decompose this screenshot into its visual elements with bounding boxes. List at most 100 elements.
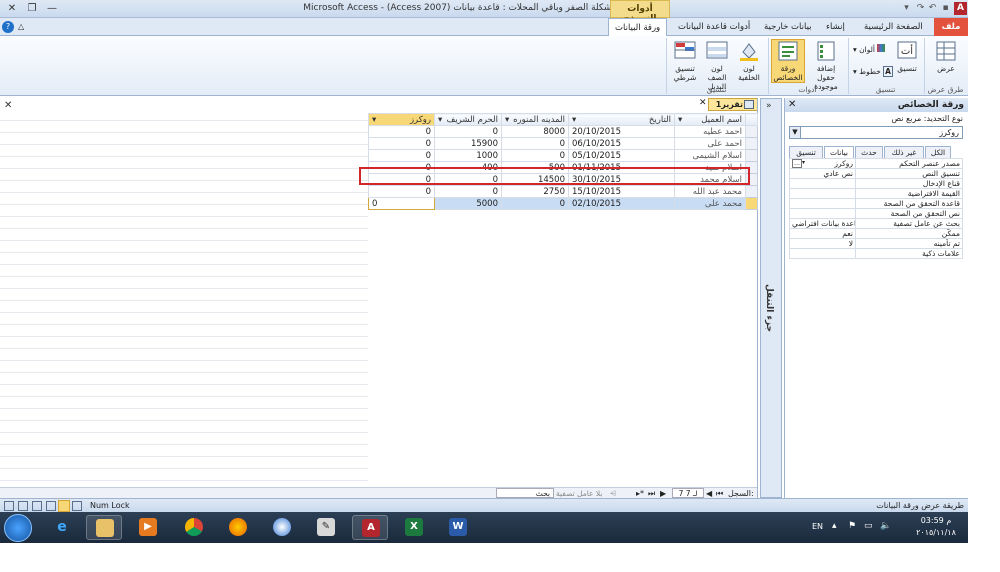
- cell-rockers[interactable]: 0: [368, 137, 435, 150]
- tab-other[interactable]: غير ذلك: [884, 146, 924, 158]
- cell-madina[interactable]: 2750: [501, 185, 569, 198]
- taskbar-access[interactable]: A: [352, 515, 388, 540]
- cell-haram[interactable]: 5000: [434, 197, 502, 210]
- column-header-customer[interactable]: ▾ اسم العميل: [674, 113, 746, 126]
- select-all-corner[interactable]: [745, 113, 758, 126]
- builder-button-icon[interactable]: …: [792, 159, 802, 168]
- alt-row-color-button[interactable]: لون الصف البديل: [701, 40, 733, 91]
- restore-icon[interactable]: ❐: [22, 2, 42, 15]
- property-sheet-close-icon[interactable]: ✕: [788, 99, 796, 110]
- new-record-icon[interactable]: ▸*: [636, 489, 644, 498]
- filter-status[interactable]: بلا عامل تصفية: [556, 489, 602, 498]
- next-record-icon[interactable]: ▶: [660, 489, 666, 498]
- cell-haram[interactable]: 0: [434, 125, 502, 138]
- save-icon[interactable]: ▪: [939, 2, 952, 15]
- fonts-button[interactable]: ▾ خطوط A: [853, 66, 893, 77]
- format-button[interactable]: أت تنسيق: [893, 40, 921, 73]
- property-value[interactable]: [789, 178, 856, 189]
- cell-date[interactable]: 02/10/2015: [568, 197, 675, 210]
- property-value[interactable]: نص عادي: [789, 168, 856, 179]
- view-icon-2[interactable]: [18, 501, 28, 511]
- tab-format[interactable]: تنسيق: [789, 146, 823, 158]
- taskbar-media[interactable]: ▶: [130, 515, 166, 540]
- undo-icon[interactable]: ↶: [926, 2, 939, 15]
- record-selector-current[interactable]: [745, 197, 758, 210]
- column-header-madina[interactable]: ▾ المدينه المنوره: [501, 113, 569, 126]
- close-icon[interactable]: ✕: [2, 2, 22, 15]
- property-value[interactable]: [789, 198, 856, 209]
- cell-date[interactable]: 20/10/2015: [568, 125, 675, 138]
- prev-record-icon[interactable]: ◀: [706, 489, 712, 498]
- taskbar-app-swirl[interactable]: [264, 515, 300, 540]
- cell-date[interactable]: 15/10/2015: [568, 185, 675, 198]
- property-sheet-button[interactable]: ورقة الخصائص: [771, 39, 805, 83]
- cell-customer[interactable]: احمد عطيه: [674, 125, 746, 138]
- tab-create[interactable]: إنشاء: [820, 18, 851, 36]
- selection-combo[interactable]: ▼ روكرز: [789, 126, 963, 139]
- view-button[interactable]: عرض: [929, 40, 963, 73]
- view-icon-3[interactable]: [32, 501, 42, 511]
- ribbon-minimize-icon[interactable]: △: [18, 22, 24, 31]
- cell-customer[interactable]: اسلام الشيمى: [674, 149, 746, 162]
- property-value[interactable]: قاعدة بيانات افتراضي: [789, 218, 856, 229]
- tab-database-tools[interactable]: أدوات قاعدة البيانات: [672, 18, 756, 36]
- column-header-date[interactable]: ▾ التاريخ: [568, 113, 675, 126]
- taskbar-ie[interactable]: e: [44, 515, 80, 540]
- qat-customize-icon[interactable]: ▾: [900, 2, 913, 15]
- cell-haram[interactable]: 0: [434, 185, 502, 198]
- tray-expand-icon[interactable]: ▴: [832, 521, 837, 531]
- view-icon-6[interactable]: [72, 501, 82, 511]
- tab-file[interactable]: ملف: [934, 18, 968, 36]
- cell-date[interactable]: 05/10/2015: [568, 149, 675, 162]
- taskbar-chrome[interactable]: [176, 515, 212, 540]
- record-selector[interactable]: [745, 149, 758, 162]
- column-header-rockers[interactable]: ▾ روكرز: [368, 113, 435, 126]
- expand-chevron-icon[interactable]: »: [766, 101, 772, 111]
- tab-home[interactable]: الصفحة الرئيسية: [858, 18, 929, 36]
- record-selector[interactable]: [745, 185, 758, 198]
- cell-date[interactable]: 06/10/2015: [568, 137, 675, 150]
- taskbar-firefox[interactable]: [220, 515, 256, 540]
- tab-datasheet[interactable]: ورقة البيانات: [608, 18, 668, 36]
- tab-external-data[interactable]: بيانات خارجية: [758, 18, 818, 36]
- property-value[interactable]: [789, 188, 856, 199]
- taskbar-app-paint[interactable]: ✎: [308, 515, 344, 540]
- colors-button[interactable]: ▾ ألوان: [853, 44, 886, 54]
- property-value[interactable]: لا: [789, 238, 856, 249]
- cell-customer[interactable]: محمد عبد الله: [674, 185, 746, 198]
- flag-icon[interactable]: ⚑: [848, 521, 856, 531]
- taskbar-excel[interactable]: X: [396, 515, 432, 540]
- cell-haram[interactable]: 1000: [434, 149, 502, 162]
- tab-event[interactable]: حدث: [855, 146, 883, 158]
- cell-madina[interactable]: 0: [501, 197, 569, 210]
- view-icon-1[interactable]: [4, 501, 14, 511]
- property-value[interactable]: [789, 208, 856, 219]
- property-value[interactable]: … ▾ روكرز: [789, 158, 856, 169]
- property-dropdown-icon[interactable]: ▾: [802, 160, 805, 167]
- record-position[interactable]: 7 لـ 7: [672, 488, 704, 498]
- minimize-icon[interactable]: —: [42, 2, 62, 15]
- tab-all[interactable]: الكل: [925, 146, 951, 158]
- help-icon[interactable]: ?: [2, 21, 14, 33]
- background-color-button[interactable]: لون الخلفية: [733, 40, 765, 82]
- cell-madina[interactable]: 0: [501, 137, 569, 150]
- taskbar-word[interactable]: W: [440, 515, 476, 540]
- cell-madina[interactable]: 8000: [501, 125, 569, 138]
- network-icon[interactable]: ▭: [864, 521, 873, 531]
- cell-rockers[interactable]: 0: [368, 125, 435, 138]
- column-header-haram[interactable]: ▾ الحرم الشريف: [434, 113, 502, 126]
- datasheet-close-icon[interactable]: ✕: [699, 98, 707, 108]
- cell-customer[interactable]: احمد على: [674, 137, 746, 150]
- add-existing-fields-button[interactable]: إضافة حقول موجودة: [807, 40, 845, 91]
- cell-madina[interactable]: 0: [501, 149, 569, 162]
- language-indicator[interactable]: EN: [812, 522, 823, 531]
- property-value[interactable]: [789, 248, 856, 259]
- chevron-down-icon[interactable]: ▼: [790, 127, 801, 138]
- taskbar-explorer[interactable]: [86, 515, 122, 540]
- clock-time[interactable]: 03:59 م: [910, 516, 962, 525]
- cell-rockers[interactable]: 0: [368, 149, 435, 162]
- cell-rockers[interactable]: 0: [368, 185, 435, 198]
- conditional-format-button[interactable]: تنسيق شرطي: [669, 40, 701, 82]
- start-button[interactable]: [4, 514, 32, 542]
- navigation-pane-collapsed[interactable]: » جزء التنقل: [760, 98, 782, 498]
